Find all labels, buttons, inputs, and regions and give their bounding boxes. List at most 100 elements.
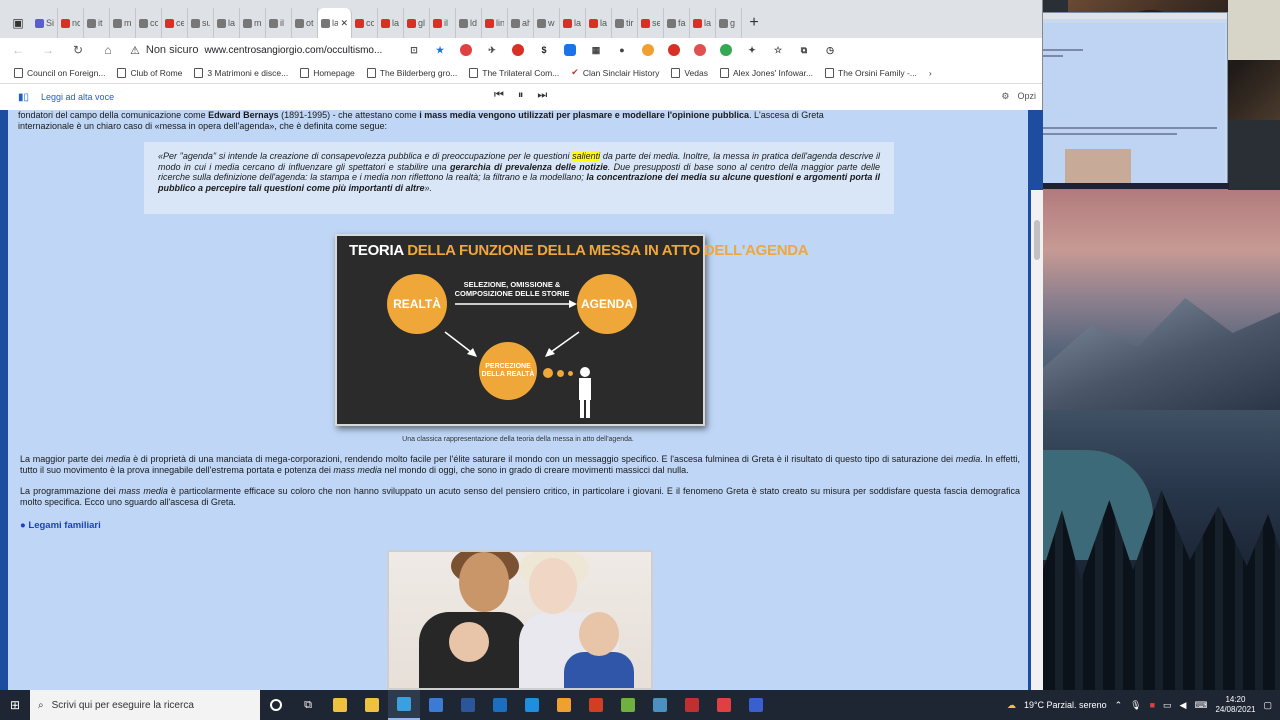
browser-tab[interactable]: la	[378, 8, 404, 38]
next-icon[interactable]: ⏭	[537, 89, 547, 102]
back-icon[interactable]: ←	[10, 43, 26, 57]
previous-icon[interactable]: ⏮	[494, 89, 504, 102]
bookmark-item[interactable]: The Bilderberg gro...	[366, 67, 457, 78]
browser-tab[interactable]: co	[136, 8, 162, 38]
taskbar-app-icon[interactable]	[644, 690, 676, 720]
puzzle-icon[interactable]: ✦	[746, 44, 758, 56]
browser-tab[interactable]: la	[690, 8, 716, 38]
clock[interactable]: 14:20 24/08/2021	[1215, 695, 1255, 715]
read-aloud-options[interactable]: ⚙ Opzi	[1001, 91, 1036, 102]
browser-tab[interactable]: fa	[664, 8, 690, 38]
read-mode-icon[interactable]: ⊡	[408, 44, 420, 56]
browser-tab[interactable]: nc	[58, 8, 84, 38]
browser-tab[interactable]: it	[84, 8, 110, 38]
notifications-icon[interactable]: ▢	[1263, 700, 1272, 711]
home-icon[interactable]: ⌂	[100, 43, 116, 57]
browser-tab[interactable]: ot	[292, 8, 318, 38]
bookmark-item[interactable]: Council on Foreign...	[14, 67, 105, 78]
bookmarks-overflow-chevron-icon[interactable]: ›	[929, 68, 932, 78]
extension-green-icon[interactable]	[720, 44, 732, 56]
browser-tab[interactable]: la	[586, 8, 612, 38]
scrollbar-thumb[interactable]	[1034, 220, 1040, 260]
extension-orange-icon[interactable]	[642, 44, 654, 56]
read-aloud-label[interactable]: Leggi ad alta voce	[41, 92, 114, 102]
taskbar-app-icon[interactable]	[676, 690, 708, 720]
browser-tab[interactable]: la ✕	[318, 8, 352, 38]
browser-tab[interactable]: gl	[404, 8, 430, 38]
browser-tab[interactable]: se	[638, 8, 664, 38]
bookmark-item[interactable]: Homepage	[300, 67, 355, 78]
bookmark-item[interactable]: ✔ Clan Sinclair History	[571, 67, 659, 78]
taskbar-app-icon[interactable]	[516, 690, 548, 720]
tab-favicon-icon	[295, 18, 304, 28]
lock-icon[interactable]: ●	[616, 44, 628, 56]
browser-tab[interactable]: w	[534, 8, 560, 38]
taskbar-app-icon[interactable]	[708, 690, 740, 720]
page-scrollbar[interactable]	[1031, 190, 1043, 690]
taskbar-app-icon[interactable]	[612, 690, 644, 720]
url-text[interactable]: www.centrosangiorgio.com/occultismo...	[204, 45, 382, 56]
weather-text[interactable]: 19°C Parzial. sereno	[1024, 700, 1107, 710]
taskbar-app-icon[interactable]	[548, 690, 580, 720]
browser-tab[interactable]: Si	[32, 8, 58, 38]
taskbar-app-icon[interactable]	[356, 690, 388, 720]
favorites-icon[interactable]: ☆	[772, 44, 784, 56]
browser-tab[interactable]: ah	[508, 8, 534, 38]
reload-icon[interactable]: ↻	[70, 43, 86, 57]
pause-icon[interactable]: ⏸	[518, 89, 524, 102]
opera-icon[interactable]	[668, 44, 680, 56]
browser-tab[interactable]: il	[266, 8, 292, 38]
browser-tab[interactable]: tir	[612, 8, 638, 38]
browser-tab[interactable]: ld	[456, 8, 482, 38]
browser-tab[interactable]: co	[352, 8, 378, 38]
forward-icon[interactable]: →	[40, 43, 56, 57]
tab-actions-icon[interactable]: ▣	[4, 8, 32, 38]
extension-blue-icon[interactable]	[564, 44, 576, 56]
favorite-star-icon[interactable]: ★	[434, 44, 446, 56]
tray-app-icon[interactable]: ■	[1150, 700, 1155, 710]
browser-tab[interactable]: il	[430, 8, 456, 38]
taskbar-app-icon[interactable]	[452, 690, 484, 720]
bookmark-item[interactable]: 3 Matrimoni e disce...	[194, 67, 288, 78]
taskbar-search[interactable]: ⌕ Scrivi qui per eseguire la ricerca	[30, 690, 260, 720]
taskbar-app-icon[interactable]	[740, 690, 772, 720]
language-icon[interactable]: ⌨	[1194, 700, 1207, 711]
section-heading[interactable]: ● Legami familiari	[20, 520, 101, 531]
tray-chevron-icon[interactable]: ⌃	[1115, 700, 1123, 711]
collections-icon[interactable]: ⧉	[798, 44, 810, 56]
volume-icon[interactable]: ◀	[1180, 700, 1187, 711]
record-icon[interactable]	[512, 44, 524, 56]
bookmark-item[interactable]: Vedas	[671, 67, 708, 78]
task-view-icon[interactable]: ⧉	[292, 690, 324, 720]
taskbar-app-icon[interactable]	[388, 690, 420, 720]
browser-tab[interactable]: su	[188, 8, 214, 38]
browser-tab[interactable]: ce	[162, 8, 188, 38]
bookmark-item[interactable]: Alex Jones' Infowar...	[719, 67, 813, 78]
browser-tab[interactable]: m	[110, 8, 136, 38]
taskbar-app-icon[interactable]	[420, 690, 452, 720]
taskbar-app-icon[interactable]	[580, 690, 612, 720]
browser-tab[interactable]: g	[716, 8, 742, 38]
adblock-icon[interactable]	[460, 44, 472, 56]
browser-tab[interactable]: la	[214, 8, 240, 38]
address-bar[interactable]: ⚠ Non sicuro www.centrosangiorgio.com/oc…	[130, 40, 390, 60]
network-icon[interactable]: ▭	[1163, 700, 1172, 711]
bookmark-item[interactable]: The Trilateral Com...	[469, 67, 559, 78]
dollar-icon[interactable]: $	[538, 44, 550, 56]
browser-tab[interactable]: m	[240, 8, 266, 38]
bookmark-item[interactable]: Club of Rome	[117, 67, 182, 78]
bookmark-item[interactable]: The Orsini Family -...	[825, 67, 917, 78]
cortana-icon[interactable]	[260, 690, 292, 720]
taskbar-app-icon[interactable]	[324, 690, 356, 720]
browser-tab[interactable]: lin	[482, 8, 508, 38]
qr-icon[interactable]: ▦	[590, 44, 602, 56]
new-tab-button[interactable]: +	[742, 8, 766, 38]
browser-tab[interactable]: la	[560, 8, 586, 38]
taskbar-app-icon[interactable]	[484, 690, 516, 720]
windows-start-icon[interactable]: ⊞	[0, 690, 30, 720]
microphone-icon[interactable]: 🎙	[1130, 700, 1141, 711]
close-tab-icon[interactable]: ✕	[340, 18, 348, 29]
extension-red-icon[interactable]	[694, 44, 706, 56]
extension-icon[interactable]: ✈	[486, 44, 498, 56]
history-icon[interactable]: ◷	[824, 44, 836, 56]
